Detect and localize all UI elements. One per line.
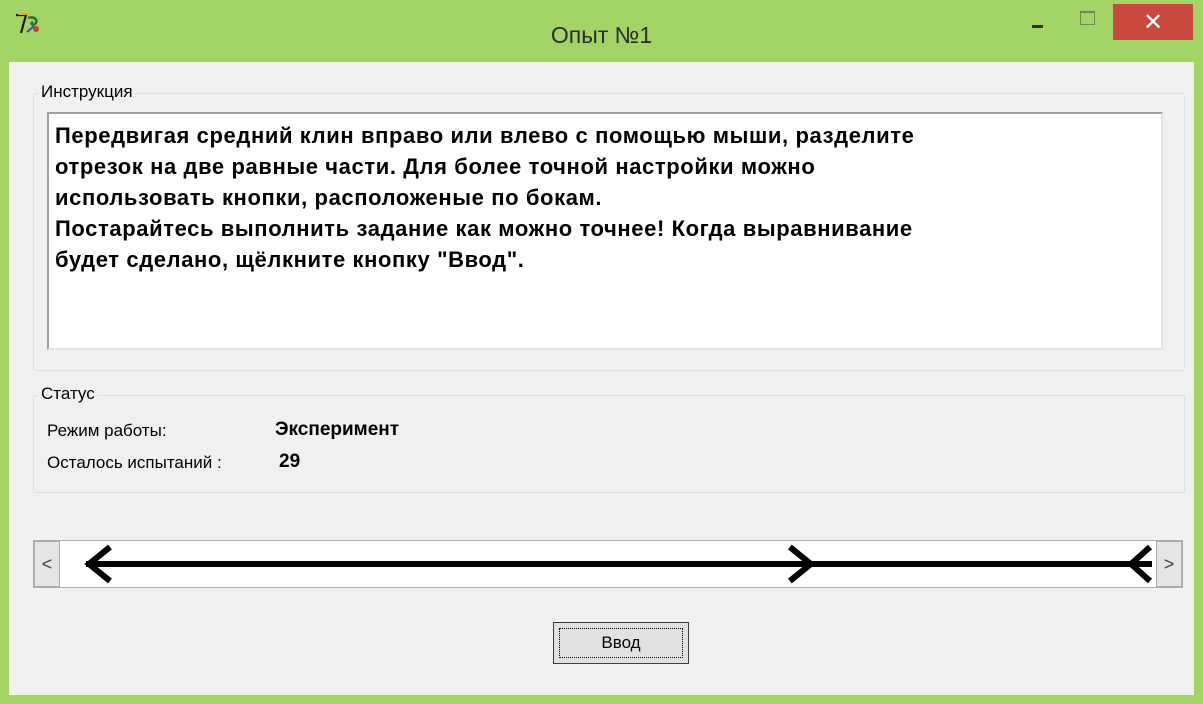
- slider-track: [84, 544, 1153, 584]
- minimize-icon: [1032, 25, 1043, 28]
- maximize-button[interactable]: [1070, 6, 1104, 36]
- enter-button[interactable]: Ввод: [553, 622, 689, 664]
- bisection-slider[interactable]: < >: [33, 540, 1183, 588]
- instruction-line: Постарайтесь выполнить задание как можно…: [55, 216, 913, 241]
- dialog-client-area: Инструкция Передвигая средний клин вправ…: [9, 62, 1194, 695]
- instruction-line: Передвигая средний клин вправо или влево…: [55, 123, 915, 148]
- instruction-line: будет сделано, щёлкните кнопку "Ввод".: [55, 247, 525, 272]
- slider-right-button[interactable]: >: [1156, 541, 1182, 587]
- mode-label: Режим работы:: [47, 421, 167, 440]
- slider-left-button[interactable]: <: [34, 541, 60, 587]
- status-group-label: Статус: [39, 384, 97, 404]
- trials-left-label: Осталось испытаний :: [47, 453, 222, 472]
- instruction-line: отрезок на две равные части. Для более т…: [55, 154, 816, 179]
- chevron-right-icon: >: [1163, 554, 1175, 574]
- trials-left-value: 29: [279, 451, 301, 472]
- status-group: [33, 395, 1185, 493]
- instruction-line: использовать кнопки, расположеные по бок…: [55, 185, 603, 210]
- title-bar[interactable]: Опыт №1 ✕: [0, 0, 1203, 62]
- enter-button-label: Ввод: [559, 628, 683, 658]
- instruction-group-label: Инструкция: [39, 82, 135, 102]
- minimize-button[interactable]: [1021, 6, 1055, 36]
- instruction-text-box[interactable]: Передвигая средний клин вправо или влево…: [47, 112, 1163, 350]
- close-button[interactable]: ✕: [1113, 4, 1193, 40]
- close-icon: ✕: [1142, 9, 1164, 36]
- maximize-icon: [1080, 11, 1095, 25]
- mode-value: Эксперимент: [275, 419, 400, 440]
- chevron-left-icon: <: [41, 554, 53, 574]
